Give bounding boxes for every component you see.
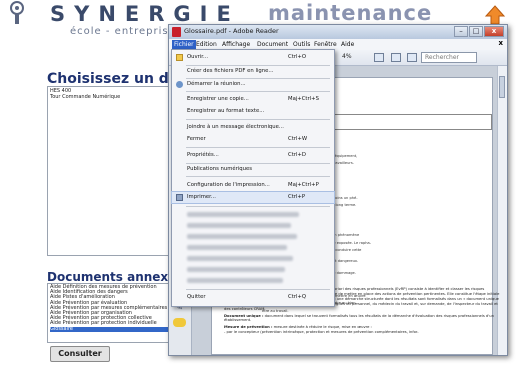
printer-icon — [176, 194, 183, 201]
menu-item-print[interactable]: Imprimer... Ctrl+P — [171, 191, 335, 204]
consult-button[interactable]: Consulter — [50, 346, 110, 362]
meeting-icon — [176, 81, 183, 88]
recent-file-blurred[interactable] — [187, 245, 287, 250]
menu-item-create-pdf-online[interactable]: Créer des fichiers PDF en ligne... — [172, 66, 334, 77]
recent-file-blurred[interactable] — [187, 267, 285, 272]
recent-file-blurred[interactable] — [187, 234, 297, 239]
maximize-button[interactable]: □ — [469, 26, 483, 37]
file-menu-dropdown: Ouvrir... Ctrl+O Créer des fichiers PDF … — [171, 49, 335, 307]
folder-icon — [176, 54, 183, 61]
save-icon[interactable] — [407, 53, 417, 62]
fit-page-icon[interactable] — [374, 53, 384, 62]
site-brand-suffix: maintenance — [268, 1, 433, 25]
menu-item-print-setup[interactable]: Configuration de l'impression... Maj+Ctr… — [172, 180, 334, 191]
scrollbar-thumb[interactable] — [499, 76, 505, 98]
recent-file-blurred[interactable] — [187, 223, 291, 228]
site-brand: SYNERGIE — [50, 2, 240, 26]
menu-aide[interactable]: Aide — [339, 40, 356, 50]
upload-arrow-icon[interactable] — [484, 4, 506, 26]
window-title: Glossaire.pdf - Adobe Reader — [184, 27, 279, 35]
comment-icon[interactable] — [173, 318, 186, 327]
menu-item-close[interactable]: Fermer Ctrl+W — [172, 134, 334, 145]
minimize-button[interactable]: – — [454, 26, 468, 37]
zoom-level[interactable]: 4% — [342, 53, 352, 60]
window-titlebar[interactable]: Glossaire.pdf - Adobe Reader – □ x — [169, 25, 507, 39]
search-input[interactable]: Rechercher — [421, 52, 477, 63]
menu-item-quit[interactable]: Quitter Ctrl+Q — [172, 292, 334, 303]
menu-item-properties[interactable]: Propriétés... Ctrl+D — [172, 150, 334, 161]
close-document-icon[interactable]: x — [498, 39, 503, 47]
recent-file-blurred[interactable] — [187, 278, 283, 283]
menu-item-attach-email[interactable]: Joindre à un message électronique... — [172, 122, 334, 133]
menu-item-save-as-text[interactable]: Enregistrer au format texte... — [172, 106, 334, 117]
gear-wrench-logo-icon — [10, 1, 24, 24]
adobe-reader-icon — [172, 27, 181, 37]
recent-file-blurred[interactable] — [187, 212, 299, 217]
site-tagline: école - entreprise — [70, 26, 176, 37]
close-button[interactable]: x — [484, 26, 504, 37]
window-controls: – □ x — [454, 26, 504, 37]
fit-width-icon[interactable] — [391, 53, 401, 62]
menu-item-digital-publications[interactable]: Publications numériques — [172, 164, 334, 175]
menu-item-open[interactable]: Ouvrir... Ctrl+O — [172, 52, 334, 63]
menu-item-save-copy[interactable]: Enregistrer une copie... Maj+Ctrl+S — [172, 94, 334, 105]
menu-item-start-meeting[interactable]: Démarrer la réunion... — [172, 79, 334, 90]
recent-file-blurred[interactable] — [187, 256, 293, 261]
